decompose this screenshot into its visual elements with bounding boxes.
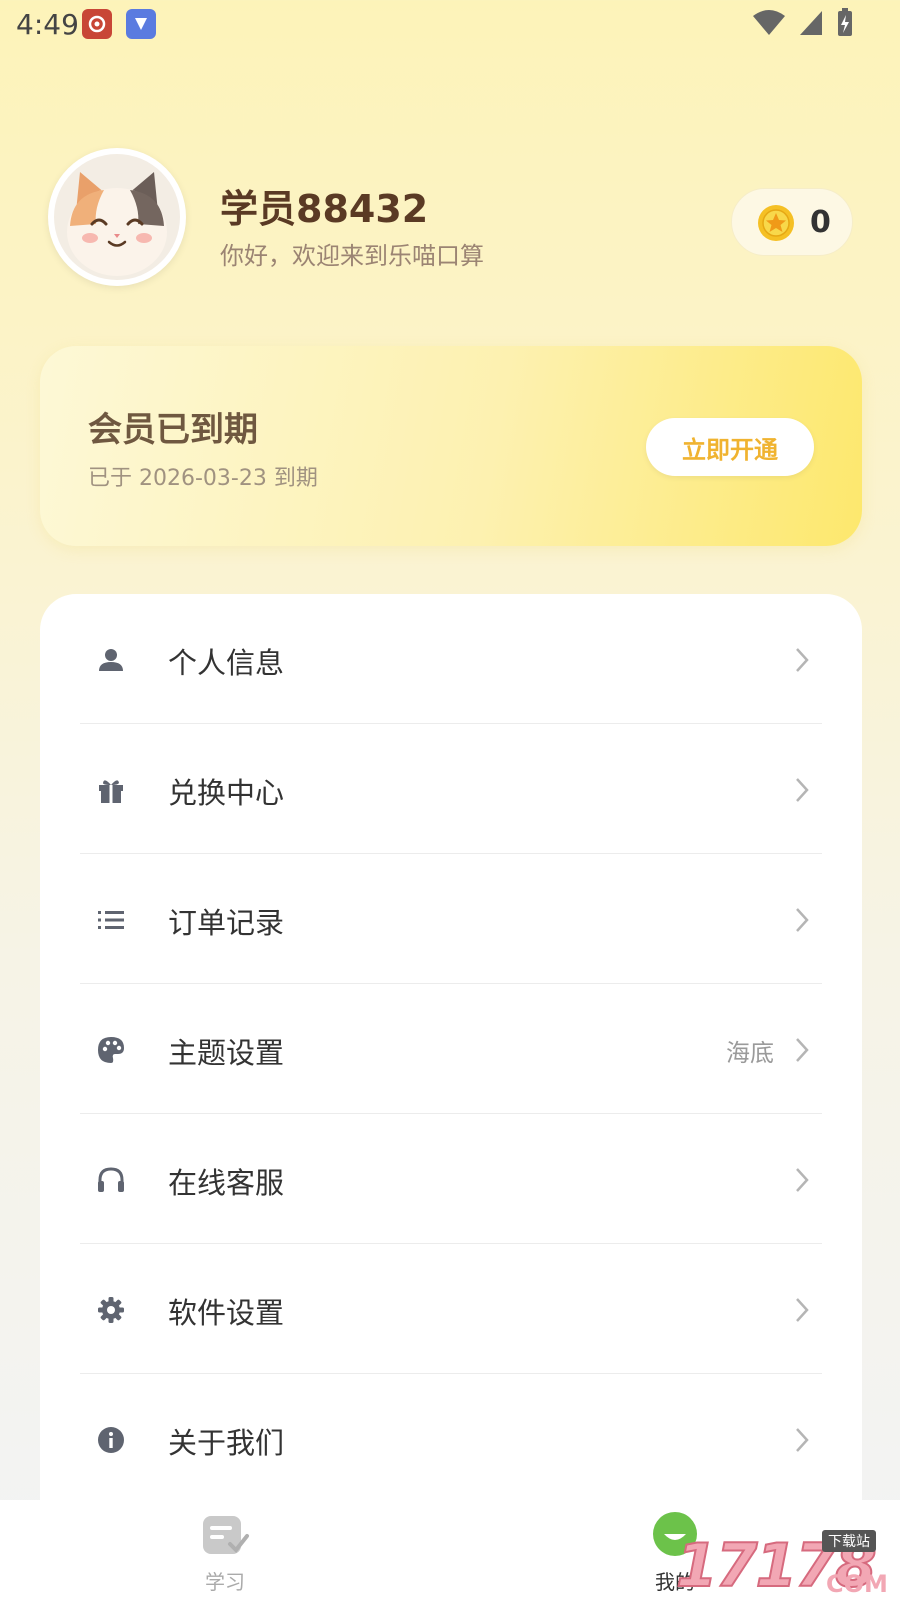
- membership-expire-date: 已于 2026-03-23 到期: [88, 466, 318, 491]
- menu-list: 个人信息 兑换中心 订单记录 主题设置 海底 在线客服 软件设置 关于我们: [40, 594, 862, 1514]
- menu-item-personal-info[interactable]: 个人信息: [80, 594, 822, 724]
- app-notification-icon: [126, 9, 156, 39]
- headset-icon: [98, 1167, 124, 1192]
- current-theme-value: 海底: [726, 1039, 774, 1067]
- chevron-right-icon: [796, 778, 809, 802]
- tab-label: 学习: [205, 1570, 245, 1594]
- chevron-right-icon: [796, 908, 809, 932]
- tab-study[interactable]: 学习: [145, 1500, 305, 1600]
- menu-item-label: 关于我们: [168, 1426, 285, 1460]
- activate-membership-button[interactable]: 立即开通: [646, 418, 814, 476]
- chevron-right-icon: [796, 1168, 809, 1192]
- info-icon: [98, 1427, 124, 1453]
- user-name: 学员88432: [220, 187, 429, 231]
- menu-item-redeem-center[interactable]: 兑换中心: [80, 724, 822, 854]
- chevron-right-icon: [796, 648, 809, 672]
- person-icon: [99, 649, 123, 671]
- chevron-right-icon: [796, 1428, 809, 1452]
- menu-item-label: 软件设置: [168, 1296, 285, 1330]
- chevron-right-icon: [796, 1298, 809, 1322]
- chevron-right-icon: [796, 1038, 809, 1062]
- menu-item-label: 个人信息: [168, 646, 285, 680]
- menu-item-order-history[interactable]: 订单记录: [80, 854, 822, 984]
- status-time: 4:49: [16, 8, 79, 41]
- membership-card: 会员已到期 已于 2026-03-23 到期 立即开通: [40, 346, 862, 546]
- menu-item-online-support[interactable]: 在线客服: [80, 1114, 822, 1244]
- signal-icon: [800, 11, 822, 35]
- wifi-icon: [753, 10, 785, 35]
- menu-item-about-us[interactable]: 关于我们: [80, 1374, 822, 1504]
- list-icon: [98, 911, 124, 929]
- palette-icon: [98, 1037, 124, 1063]
- avatar[interactable]: [48, 148, 186, 286]
- menu-item-label: 订单记录: [168, 906, 285, 940]
- menu-item-label: 主题设置: [168, 1036, 285, 1070]
- coin-icon: [758, 205, 794, 241]
- coin-count: 0: [810, 205, 831, 240]
- coin-balance[interactable]: 0: [731, 188, 853, 256]
- watermark-suffix: COM: [826, 1570, 888, 1598]
- site-watermark: 17178 下载站 COM: [675, 1530, 900, 1600]
- watermark-badge: 下载站: [822, 1530, 876, 1552]
- menu-item-label: 兑换中心: [168, 776, 285, 810]
- battery-icon: [838, 8, 852, 36]
- menu-item-label: 在线客服: [168, 1166, 285, 1200]
- user-greeting: 你好，欢迎来到乐喵口算: [220, 242, 484, 270]
- gear-icon: [98, 1297, 124, 1323]
- weibo-app-icon: [82, 9, 112, 39]
- study-icon: [203, 1516, 249, 1554]
- membership-status: 会员已到期: [88, 410, 258, 450]
- status-bar: 4:49: [0, 0, 900, 48]
- menu-item-app-settings[interactable]: 软件设置: [80, 1244, 822, 1374]
- gift-icon: [99, 780, 123, 803]
- menu-item-theme-settings[interactable]: 主题设置 海底: [80, 984, 822, 1114]
